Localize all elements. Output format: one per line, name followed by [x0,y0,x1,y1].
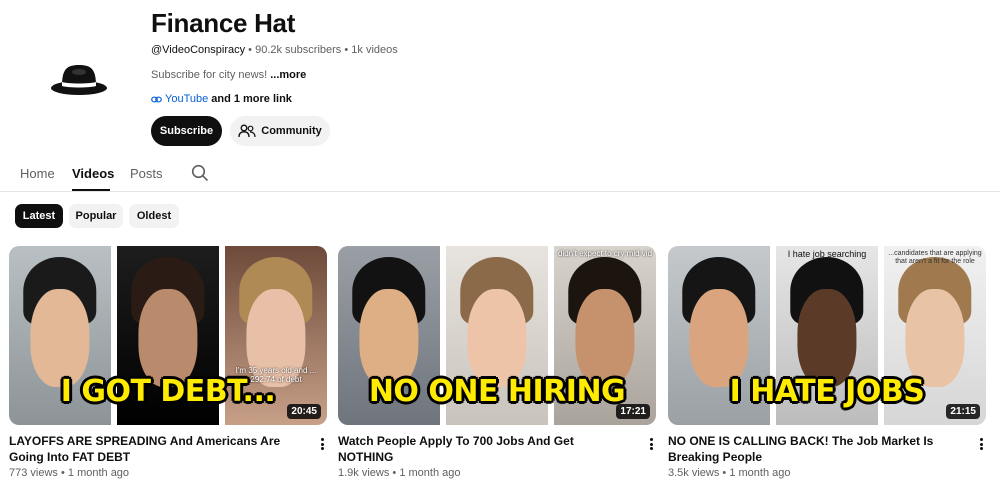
meta-separator: • [57,467,68,479]
view-count: 3.5k views [668,467,720,479]
tab-posts[interactable]: Posts [130,166,163,181]
video-card[interactable]: didn't expect to cry mid vid NO ONE HIRI… [338,246,656,479]
link-icon [151,96,162,102]
thumbnail-overlay-text: I hate job searching [787,249,867,259]
more-link[interactable]: ...more [270,69,306,81]
channel-description[interactable]: Subscribe for city news! ...more [151,69,306,81]
description-text: Subscribe for city news! [151,69,271,81]
search-icon[interactable] [191,164,209,182]
subscribe-button[interactable]: Subscribe [151,116,222,146]
video-title[interactable]: Watch People Apply To 700 Jobs And Get N… [338,433,628,465]
video-duration: 21:15 [946,404,980,419]
video-meta: 3.5k views • 1 month ago [668,467,986,479]
video-count: 1k videos [351,44,398,56]
thumbnail-caption: I GOT DEBT... [60,374,276,409]
community-label: Community [261,125,322,137]
video-meta: 1.9k views • 1 month ago [338,467,656,479]
thumbnail-caption: NO ONE HIRING [368,374,626,409]
fedora-hat-icon[interactable] [48,60,110,100]
meta-separator: • [245,44,256,56]
channel-meta: @VideoConspiracy • 90.2k subscribers • 1… [151,44,398,56]
active-tab-indicator [72,189,110,191]
video-meta: 773 views • 1 month ago [9,467,327,479]
tab-videos[interactable]: Videos [72,166,114,181]
upload-age: 1 month ago [67,467,130,479]
video-card[interactable]: I'm 35 years old and ... 292.74 of debt … [9,246,327,479]
chip-oldest[interactable]: Oldest [129,204,179,228]
channel-handle[interactable]: @VideoConspiracy [151,44,245,56]
youtube-link[interactable]: YouTube [165,93,208,105]
meta-separator: • [341,44,352,56]
more-options-icon[interactable] [646,436,656,452]
video-title[interactable]: NO ONE IS CALLING BACK! The Job Market I… [668,433,958,465]
chip-latest[interactable]: Latest [15,204,63,228]
upload-age: 1 month ago [399,467,461,479]
view-count: 773 views [9,467,58,479]
video-duration: 17:21 [616,404,650,419]
thumbnail-caption: I HATE JOBS [729,374,925,409]
video-thumbnail[interactable]: didn't expect to cry mid vid NO ONE HIRI… [338,246,656,425]
community-button[interactable]: Community [230,116,330,146]
more-options-icon[interactable] [976,436,986,452]
meta-separator: • [719,467,730,479]
video-thumbnail[interactable]: I hate job searching ...candidates that … [668,246,986,425]
more-links-label[interactable]: and 1 more link [211,93,292,105]
people-icon [238,124,256,138]
channel-links[interactable]: YouTube and 1 more link [151,93,292,105]
channel-tabs: Home Videos Posts [0,150,1000,192]
subscriber-count: 90.2k subscribers [255,44,342,56]
chip-popular[interactable]: Popular [69,204,123,228]
video-title[interactable]: LAYOFFS ARE SPREADING And Americans Are … [9,433,299,465]
upload-age: 1 month ago [729,467,791,479]
channel-title: Finance Hat [151,8,296,38]
video-duration: 20:45 [287,404,321,419]
thumbnail-overlay-text: ...candidates that are applying that are… [888,250,982,265]
video-card[interactable]: I hate job searching ...candidates that … [668,246,986,479]
video-thumbnail[interactable]: I'm 35 years old and ... 292.74 of debt … [9,246,327,425]
tab-home[interactable]: Home [20,166,55,181]
thumbnail-overlay-text: didn't expect to cry mid vid [558,249,653,258]
view-count: 1.9k views [338,467,390,479]
meta-separator: • [389,467,400,479]
more-options-icon[interactable] [317,436,327,452]
